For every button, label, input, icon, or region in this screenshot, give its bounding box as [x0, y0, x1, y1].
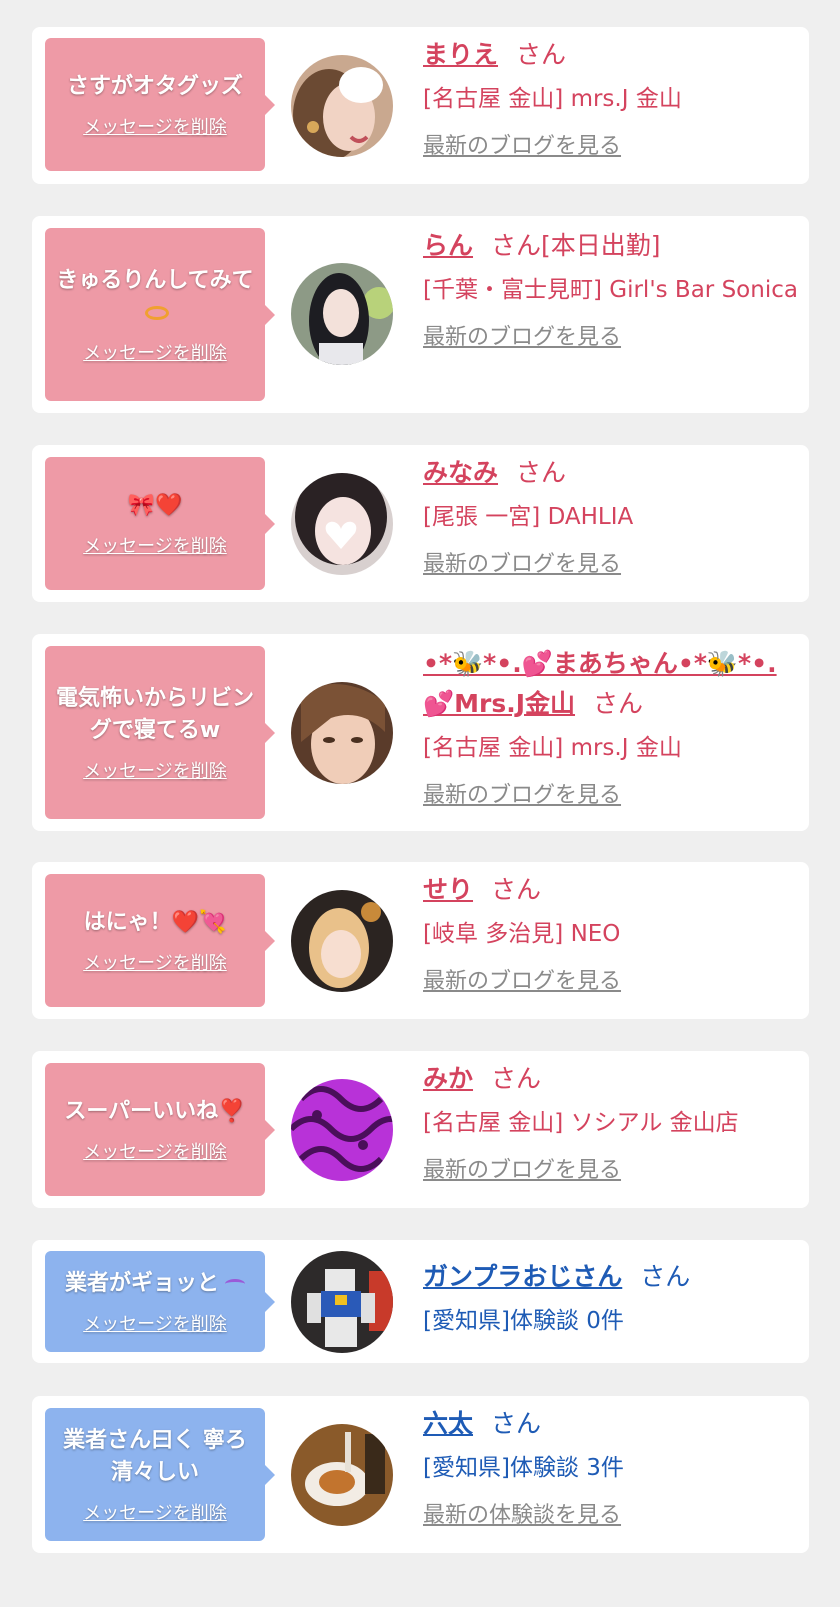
message-text: さすがオタグッズ	[66, 73, 243, 99]
avatar[interactable]	[291, 1079, 393, 1181]
name-line: 六太 さん	[423, 1404, 799, 1444]
latest-review-link[interactable]: 最新の体験談を見る	[423, 1498, 799, 1534]
avatar[interactable]	[291, 263, 393, 365]
latest-blog-link[interactable]: 最新のブログを見る	[423, 778, 799, 814]
latest-blog-link[interactable]: 最新のブログを見る	[423, 320, 799, 356]
girl-name-link[interactable]: まりえ	[423, 40, 498, 69]
honorific: さん	[491, 875, 542, 904]
delete-message-link[interactable]: メッセージを削除	[83, 113, 227, 139]
message-card: 🎀❤️ メッセージを削除 みなみ さん [尾張 一宮] DAHLIA 最新のブログ…	[32, 445, 809, 602]
avatar[interactable]	[291, 682, 393, 784]
avatar[interactable]	[291, 1251, 393, 1353]
honorific: さん	[516, 458, 567, 487]
shop-info: [名古屋 金山] mrs.J 金山	[423, 86, 682, 112]
message-text: 🎀❤️	[127, 492, 183, 518]
user-info: ガンプラおじさん さん [愛知県]体験談 0件	[423, 1257, 799, 1341]
honorific: さん	[491, 1064, 542, 1093]
delete-message-link[interactable]: メッセージを削除	[83, 757, 227, 783]
avatar[interactable]	[291, 55, 393, 157]
name-line: みか さん	[423, 1059, 799, 1099]
message-bubble: さすがオタグッズ メッセージを削除	[45, 38, 275, 171]
name-line: せり さん	[423, 870, 799, 910]
message-card: きゅるりんしてみて メッセージを削除 らん さん[本日出勤] [千葉・富士見町] …	[32, 216, 809, 413]
message-bubble: スーパーいいね❣️ メッセージを削除	[45, 1063, 275, 1196]
honorific: さん	[593, 689, 644, 718]
girl-info: せり さん [岐阜 多治見] NEO 最新のブログを見る	[423, 870, 799, 1000]
message-card: 業者さん曰く 寧ろ清々しい メッセージを削除 六太 さん [愛知県]体験談 3件 …	[32, 1396, 809, 1553]
honorific: さん	[516, 40, 567, 69]
message-card: スーパーいいね❣️ メッセージを削除 みか さん [名古屋 金山] ソシアル 金山…	[32, 1051, 809, 1208]
message-card: 業者がギョッと メッセージを削除 ガンプラおじさん さん [愛知県]体験談 0件	[32, 1240, 809, 1363]
message-bubble: 業者さん曰く 寧ろ清々しい メッセージを削除	[45, 1408, 275, 1541]
name-line: みなみ さん	[423, 453, 799, 493]
message-text: スーパーいいね❣️	[64, 1098, 246, 1124]
name-line: らん さん[本日出勤]	[423, 226, 799, 266]
girl-info: •*🐝*•.💕まあちゃん•*🐝*•.💕Mrs.J金山 さん [名古屋 金山] mr…	[423, 644, 799, 814]
delete-message-link[interactable]: メッセージを削除	[83, 532, 227, 558]
delete-message-link[interactable]: メッセージを削除	[83, 949, 227, 975]
message-text: はにゃ！❤️💘	[83, 909, 227, 935]
message-text: 電気怖いからリビングで寝てるw	[55, 685, 254, 743]
latest-blog-link[interactable]: 最新のブログを見る	[423, 964, 799, 1000]
message-bubble: 業者がギョッと メッセージを削除	[45, 1251, 275, 1352]
message-text: 業者がギョッと	[65, 1268, 245, 1300]
message-card: 電気怖いからリビングで寝てるw メッセージを削除 •*🐝*•.💕まあちゃん•*🐝…	[32, 634, 809, 831]
shop-info: [千葉・富士見町] Girl's Bar Sonica	[423, 277, 798, 303]
avatar[interactable]	[291, 1424, 393, 1526]
message-bubble: 電気怖いからリビングで寝てるw メッセージを削除	[45, 646, 275, 819]
user-info: 六太 さん [愛知県]体験談 3件 最新の体験談を見る	[423, 1404, 799, 1534]
shop-info: [尾張 一宮] DAHLIA	[423, 504, 634, 530]
girl-name-link[interactable]: せり	[423, 875, 473, 904]
avatar[interactable]	[291, 890, 393, 992]
review-count: [愛知県]体験談 3件	[423, 1455, 624, 1481]
shop-info: [名古屋 金山] mrs.J 金山	[423, 735, 682, 761]
name-line: •*🐝*•.💕まあちゃん•*🐝*•.💕Mrs.J金山 さん	[423, 644, 799, 724]
user-name-link[interactable]: 六太	[423, 1409, 473, 1438]
message-text: 業者さん曰く 寧ろ清々しい	[63, 1427, 247, 1485]
review-count: [愛知県]体験談 0件	[423, 1308, 624, 1334]
shop-info: [岐阜 多治見] NEO	[423, 921, 621, 947]
name-line: ガンプラおじさん さん	[423, 1257, 799, 1297]
message-text: きゅるりんしてみて	[53, 265, 257, 329]
message-card: さすがオタグッズ メッセージを削除 まりえ さん [名古屋 金山] mrs.J 金…	[32, 27, 809, 184]
name-line: まりえ さん	[423, 35, 799, 75]
avatar[interactable]	[291, 473, 393, 575]
shop-info: [名古屋 金山] ソシアル 金山店	[423, 1110, 739, 1136]
message-bubble: はにゃ！❤️💘 メッセージを削除	[45, 874, 275, 1007]
latest-blog-link[interactable]: 最新のブログを見る	[423, 129, 799, 165]
girl-info: みか さん [名古屋 金山] ソシアル 金山店 最新のブログを見る	[423, 1059, 799, 1189]
delete-message-link[interactable]: メッセージを削除	[83, 1138, 227, 1164]
girl-info: まりえ さん [名古屋 金山] mrs.J 金山 最新のブログを見る	[423, 35, 799, 165]
girl-info: みなみ さん [尾張 一宮] DAHLIA 最新のブログを見る	[423, 453, 799, 583]
ring-icon	[145, 305, 169, 320]
user-name-link[interactable]: ガンプラおじさん	[423, 1262, 622, 1291]
smile-eyes-icon	[225, 1278, 245, 1289]
message-card: はにゃ！❤️💘 メッセージを削除 せり さん [岐阜 多治見] NEO 最新のブロ…	[32, 862, 809, 1019]
girl-name-link[interactable]: らん	[423, 231, 473, 260]
girl-info: らん さん[本日出勤] [千葉・富士見町] Girl's Bar Sonica 最…	[423, 226, 799, 356]
delete-message-link[interactable]: メッセージを削除	[83, 1499, 227, 1525]
delete-message-link[interactable]: メッセージを削除	[83, 339, 227, 365]
message-bubble: きゅるりんしてみて メッセージを削除	[45, 228, 275, 401]
message-bubble: 🎀❤️ メッセージを削除	[45, 457, 275, 590]
honorific: さん	[491, 1409, 542, 1438]
delete-message-link[interactable]: メッセージを削除	[83, 1310, 227, 1336]
girl-name-link[interactable]: みか	[423, 1064, 473, 1093]
honorific: さん	[640, 1262, 691, 1291]
honorific: さん[本日出勤]	[491, 231, 661, 260]
latest-blog-link[interactable]: 最新のブログを見る	[423, 547, 799, 583]
latest-blog-link[interactable]: 最新のブログを見る	[423, 1153, 799, 1189]
girl-name-link[interactable]: みなみ	[423, 458, 498, 487]
